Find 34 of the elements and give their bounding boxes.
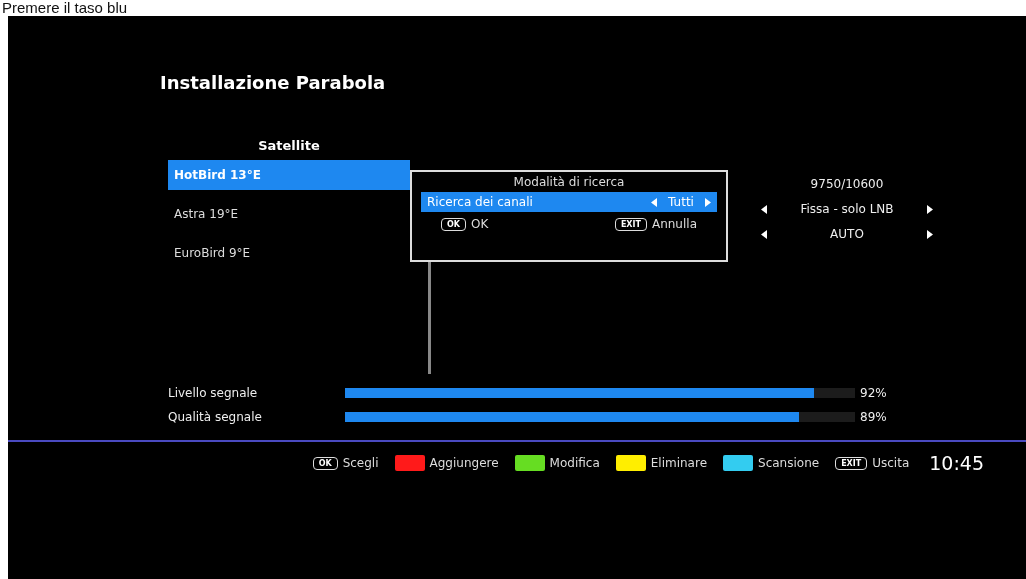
left-arrow-icon	[761, 204, 767, 214]
left-arrow-icon	[651, 197, 657, 207]
remote-key: EXIT	[614, 217, 647, 231]
hint-label: Scansione	[758, 456, 820, 470]
clock: 10:45	[929, 452, 984, 474]
remote-key: OK	[441, 217, 466, 231]
remote-key: EXIT	[835, 456, 868, 470]
right-arrow-icon	[927, 229, 933, 239]
meter-reading: 89%	[860, 410, 887, 424]
satellite-item[interactable]: EuroBird 9°E	[168, 238, 410, 268]
remote-key: OK	[312, 456, 338, 470]
setting-value[interactable]: Fissa - solo LNB	[767, 202, 927, 216]
hint-label: Modifica	[549, 456, 600, 470]
caption-text: Premere il taso blu	[2, 0, 128, 16]
meter-reading: 92%	[860, 386, 887, 400]
list-header: Satellite	[258, 138, 320, 153]
satellite-item[interactable]: HotBird 13°E	[168, 160, 410, 190]
meter-label: Livello segnale	[168, 386, 259, 400]
dialog-title: Modalità di ricerca	[513, 175, 625, 189]
left-arrow-icon	[761, 229, 767, 239]
meter-label: Qualità segnale	[168, 410, 263, 424]
setting-value: 9750/10600	[809, 177, 885, 191]
hint-label: Aggiungere	[429, 456, 499, 470]
screen-title: Installazione Parabola	[160, 72, 386, 93]
satellite-item[interactable]: Astra 19°E	[168, 199, 410, 229]
hint-label: Uscita	[872, 456, 910, 470]
right-arrow-icon	[705, 197, 711, 207]
button-label[interactable]: OK	[471, 217, 489, 231]
button-label[interactable]: Annulla	[651, 217, 697, 231]
hint-label: Eliminare	[650, 456, 708, 470]
setting-value[interactable]: AUTO	[767, 227, 927, 241]
hint-label: Scegli	[342, 456, 379, 470]
dialog-option-row[interactable]: Ricerca dei canali Tutti	[421, 192, 717, 212]
right-arrow-icon	[927, 204, 933, 214]
